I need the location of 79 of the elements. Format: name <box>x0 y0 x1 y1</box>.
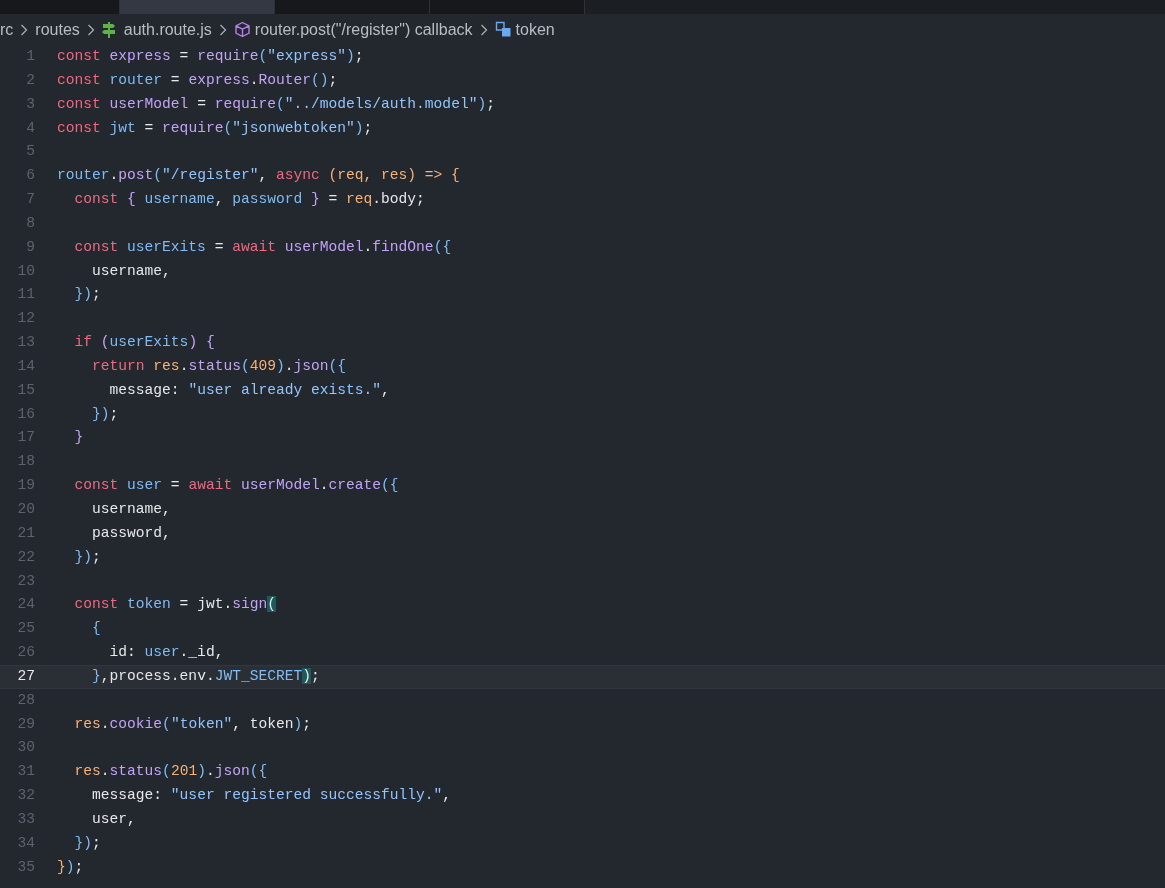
line-number: 26 <box>16 643 35 663</box>
code-line: message: "user registered successfully.", <box>91 786 452 806</box>
code-line: res.status(201).json({ <box>73 762 268 782</box>
code-line: }); <box>91 404 119 424</box>
breadcrumb-item[interactable]: token <box>515 17 555 42</box>
variable-icon <box>494 21 512 38</box>
code-line: id: user._id, <box>108 643 224 663</box>
line-number: 5 <box>25 142 35 162</box>
code-line: const jwt = require("jsonwebtoken"); <box>57 118 373 138</box>
code-line: const user = await userModel.create({ <box>73 476 399 496</box>
code-line: const { username, password } = req.body; <box>73 190 425 210</box>
line-number: 32 <box>16 786 35 806</box>
code-line: const userExits = await userModel.findOne({ <box>73 237 452 257</box>
editor-tab[interactable] <box>275 0 430 14</box>
code-line: res.cookie("token", token); <box>73 714 312 734</box>
breadcrumb-item[interactable]: router.post("/register") callback <box>254 17 473 42</box>
line-number: 24 <box>16 595 35 615</box>
code-line: const userModel = require("../models/auth.model"); <box>57 94 495 114</box>
line-number: 17 <box>16 428 35 448</box>
line-number: 3 <box>25 94 35 114</box>
line-number: 28 <box>16 690 35 710</box>
chevron-icon <box>20 23 29 36</box>
chevron-icon <box>86 23 95 36</box>
line-number: 23 <box>16 571 35 591</box>
line-number: 14 <box>16 356 35 376</box>
code-line: username, <box>91 500 171 519</box>
code-line: } <box>73 428 84 448</box>
line-number: 31 <box>16 762 35 782</box>
signpost-icon <box>101 21 116 38</box>
editor-tab[interactable] <box>0 0 120 14</box>
line-number: 35 <box>16 857 35 877</box>
line-number: 8 <box>25 213 35 233</box>
line-number: 1 <box>25 46 35 66</box>
code-line: message: "user already exists.", <box>108 380 390 400</box>
line-number: 21 <box>16 523 35 543</box>
line-number: 27 <box>16 666 35 686</box>
line-number: 22 <box>16 547 35 567</box>
code-line: router.post("/register", async (req, res) => { <box>57 166 460 186</box>
code-line: password, <box>91 523 171 543</box>
code-line: },process.env.JWT_SECRET); <box>91 666 320 686</box>
line-number: 15 <box>16 380 35 400</box>
line-number: 11 <box>16 285 35 305</box>
code-line: const token = jwt.sign( <box>73 595 276 615</box>
code-line: { <box>91 619 101 639</box>
line-number: 7 <box>25 190 35 210</box>
code-line: return res.status(409).json({ <box>91 356 347 376</box>
line-number: 34 <box>16 833 35 853</box>
line-number: 2 <box>25 70 35 90</box>
line-number: 25 <box>16 619 35 639</box>
code-line: user, <box>91 809 136 829</box>
line-number: 13 <box>16 333 35 353</box>
editor-tab[interactable] <box>120 0 275 14</box>
code-line: }); <box>73 547 101 567</box>
code-line: }); <box>57 857 84 877</box>
code-line: }); <box>73 285 101 305</box>
code-line: }); <box>73 833 101 853</box>
breadcrumb-item[interactable]: routes <box>35 17 80 42</box>
line-number: 33 <box>16 809 35 829</box>
editor-tab[interactable] <box>430 0 585 14</box>
breadcrumb-item[interactable]: rc <box>0 17 14 42</box>
line-number: 10 <box>16 261 35 281</box>
line-number: 16 <box>16 404 35 424</box>
line-number: 18 <box>16 452 35 472</box>
code-line: const express = require("express"); <box>57 46 364 66</box>
code-line: username, <box>91 261 171 281</box>
chevron-icon <box>479 23 488 36</box>
cube-icon <box>233 21 251 38</box>
line-number: 4 <box>25 118 35 138</box>
line-number: 30 <box>16 738 35 758</box>
line-number: 9 <box>25 237 35 257</box>
line-number: 29 <box>16 714 35 734</box>
chevron-icon <box>218 23 227 36</box>
breadcrumb-item[interactable]: auth.route.js <box>123 17 212 42</box>
line-number: 6 <box>25 166 35 186</box>
line-number: 19 <box>16 476 35 496</box>
line-number: 20 <box>16 500 35 519</box>
line-number: 12 <box>16 309 35 329</box>
code-line: const router = express.Router(); <box>57 70 338 90</box>
code-line: if (userExits) { <box>73 333 215 353</box>
